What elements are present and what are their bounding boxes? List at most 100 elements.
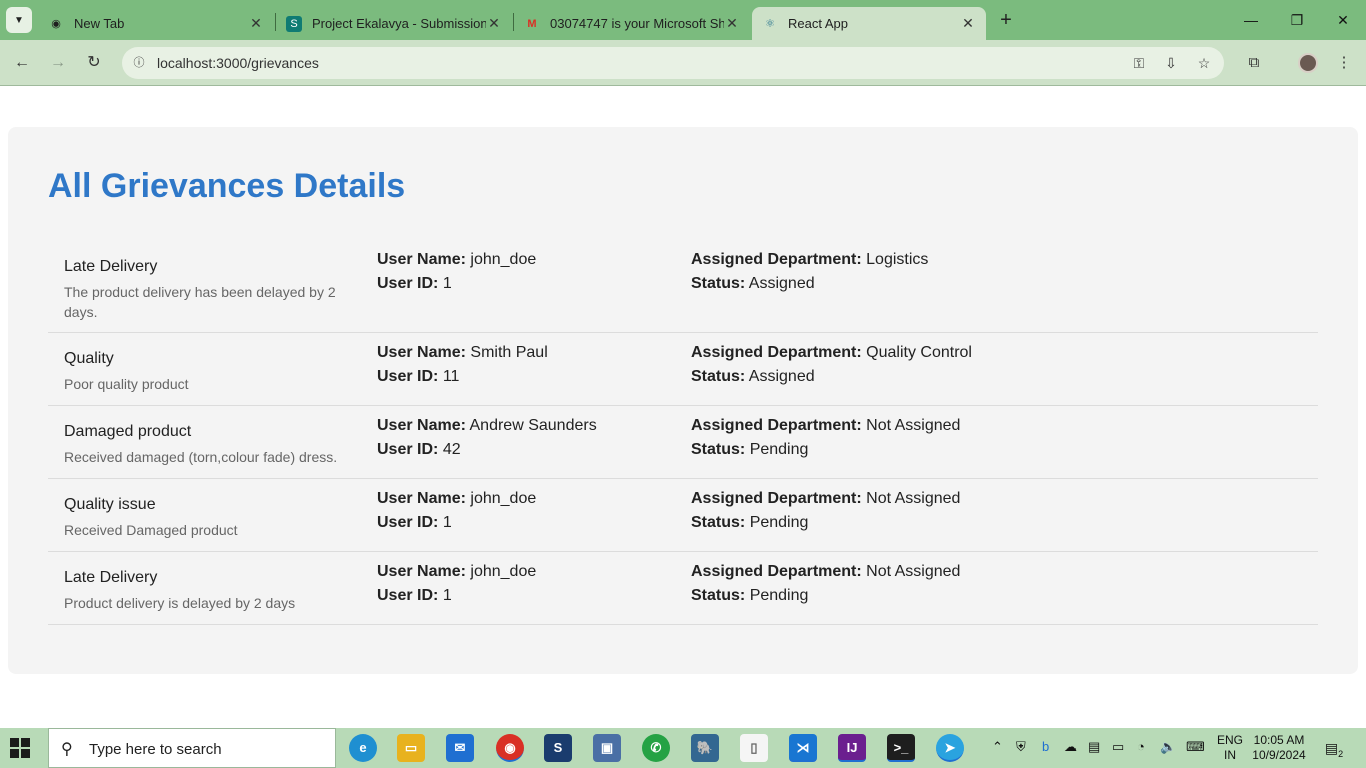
user-name-label: User Name: <box>377 490 466 507</box>
grievance-row: Late Delivery Product delivery is delaye… <box>48 552 1318 625</box>
tab-project-ekalavya[interactable]: S Project Ekalavya - Submissions ✕ <box>276 7 512 40</box>
user-name-value: john_doe <box>470 251 537 268</box>
intellij-icon[interactable]: IJ <box>838 734 866 762</box>
app-tray-icon[interactable]: ▤ <box>1088 739 1100 755</box>
url-text[interactable]: localhost:3000/grievances <box>157 55 319 71</box>
status-label: Status: <box>691 441 746 458</box>
window-close-icon[interactable]: ✕ <box>1320 6 1366 34</box>
file-explorer-icon[interactable]: ▭ <box>397 734 425 762</box>
user-id-label: User ID: <box>377 275 439 292</box>
status-value: Assigned <box>748 275 815 292</box>
user-id-value: 11 <box>442 368 460 385</box>
postgresql-icon[interactable]: 🐘 <box>691 734 719 762</box>
taskbar-search-box[interactable]: ⚲ Type here to search <box>48 728 336 768</box>
gmail-icon: M <box>527 17 537 30</box>
user-id-value: 1 <box>442 275 452 292</box>
edge-icon[interactable]: e <box>349 734 377 762</box>
tab-gmail[interactable]: M 03074747 is your Microsoft Sha ✕ <box>514 7 750 40</box>
grievance-description: Product delivery is delayed by 2 days <box>64 595 296 611</box>
region-code: IN <box>1224 748 1236 762</box>
department-value: Not Assigned <box>866 563 961 580</box>
grievance-description: Received Damaged product <box>64 522 238 538</box>
close-icon[interactable]: ✕ <box>960 15 976 32</box>
grievance-title: Late Delivery <box>64 569 158 586</box>
forward-arrow-icon[interactable]: → <box>46 51 70 75</box>
grievance-user: User Name: Smith Paul User ID: 11 <box>377 341 677 389</box>
address-bar[interactable]: ⓘ localhost:3000/grievances ⚿ ⇩ ☆ <box>122 47 1224 79</box>
user-id-value: 42 <box>442 441 461 458</box>
browser-toolbar: ← → ↻ ⓘ localhost:3000/grievances ⚿ ⇩ ☆ … <box>0 40 1366 86</box>
notification-center-icon[interactable]: ▤2 <box>1322 737 1346 759</box>
department-value: Not Assigned <box>866 417 961 434</box>
close-icon[interactable]: ✕ <box>248 15 264 32</box>
extensions-puzzle-icon[interactable]: ⧉ <box>1242 51 1266 75</box>
wifi-icon[interactable]: ◔ <box>1137 739 1145 754</box>
new-tab-plus-icon[interactable]: + <box>994 9 1018 33</box>
status-value: Assigned <box>748 368 815 385</box>
grievance-info: Damaged product Received damaged (torn,c… <box>64 423 354 467</box>
notepad-icon[interactable]: ▯ <box>740 734 768 762</box>
user-id-label: User ID: <box>377 587 439 604</box>
keyboard-icon[interactable]: ⌨ <box>1186 739 1205 755</box>
react-icon: ⚛ <box>765 18 775 30</box>
page-content: All Grievances Details Late Delivery The… <box>0 87 1366 726</box>
user-name-label: User Name: <box>377 251 466 268</box>
user-id-label: User ID: <box>377 441 439 458</box>
chrome-taskbar-icon[interactable]: ◉ <box>496 734 524 762</box>
browser-tab-strip: ▼ ◉ New Tab ✕ S Project Ekalavya - Submi… <box>0 0 1366 40</box>
tab-title: React App <box>788 16 848 31</box>
user-name-value: john_doe <box>470 490 537 507</box>
kebab-menu-icon[interactable]: ⋮ <box>1332 51 1356 75</box>
security-shield-icon[interactable]: ⛨ <box>1016 739 1026 755</box>
windows-start-icon[interactable] <box>10 738 30 758</box>
input-language[interactable]: ENG IN <box>1214 733 1246 763</box>
grievance-title: Damaged product <box>64 423 192 440</box>
password-key-icon[interactable]: ⚿ <box>1129 53 1149 73</box>
volume-icon[interactable]: 🔈 <box>1160 739 1176 755</box>
grievance-user: User Name: john_doe User ID: 1 <box>377 248 677 296</box>
whatsapp-icon[interactable]: ✆ <box>642 734 670 762</box>
restore-icon[interactable]: ❐ <box>1274 6 1320 34</box>
site-info-icon[interactable]: ⓘ <box>130 54 148 72</box>
grievance-title: Quality issue <box>64 496 156 513</box>
terminal-icon[interactable]: >_ <box>887 734 915 762</box>
show-hidden-icons-chevron-icon[interactable]: ⌃ <box>992 739 1003 755</box>
user-name-value: Smith Paul <box>470 344 548 361</box>
grievance-description: Received damaged (torn,colour fade) dres… <box>64 449 338 465</box>
user-id-value: 1 <box>442 514 452 531</box>
tab-react-app[interactable]: ⚛ React App ✕ <box>752 7 986 40</box>
mail-icon[interactable]: ✉ <box>446 734 474 762</box>
grievance-user: User Name: Andrew Saunders User ID: 42 <box>377 414 677 462</box>
close-icon[interactable]: ✕ <box>486 15 502 32</box>
grievance-assignment: Assigned Department: Not Assigned Status… <box>691 487 1191 535</box>
sharepoint-icon: S <box>286 15 302 32</box>
grievance-info: Quality Poor quality product <box>64 350 354 394</box>
clock-time: 10:05 AM <box>1253 733 1305 747</box>
grievance-row: Damaged product Received damaged (torn,c… <box>48 406 1318 479</box>
tab-new-tab[interactable]: ◉ New Tab ✕ <box>38 7 274 40</box>
back-arrow-icon[interactable]: ← <box>10 51 34 75</box>
vscode-icon[interactable]: ⋊ <box>789 734 817 762</box>
close-icon[interactable]: ✕ <box>724 15 740 32</box>
reload-icon[interactable]: ↻ <box>82 51 106 75</box>
profile-avatar[interactable] <box>1298 53 1318 73</box>
tab-search-dropdown-icon[interactable]: ▼ <box>6 7 32 33</box>
page-title: All Grievances Details <box>48 167 406 205</box>
bookmark-star-icon[interactable]: ☆ <box>1194 53 1214 73</box>
bing-icon[interactable]: b <box>1042 739 1049 754</box>
user-id-label: User ID: <box>377 514 439 531</box>
sql-server-icon[interactable]: S <box>544 734 572 762</box>
windows-taskbar: ⚲ Type here to search e ▭ ✉ ◉ S ▣ ✆ 🐘 ▯ … <box>0 728 1366 768</box>
install-app-icon[interactable]: ⇩ <box>1161 53 1181 73</box>
telegram-icon[interactable]: ➤ <box>936 734 964 762</box>
user-name-value: john_doe <box>470 563 537 580</box>
grievance-info: Late Delivery Product delivery is delaye… <box>64 569 354 613</box>
grievance-assignment: Assigned Department: Logistics Status: A… <box>691 248 1191 296</box>
minimize-icon[interactable]: — <box>1228 6 1274 34</box>
system-clock[interactable]: 10:05 AM 10/9/2024 <box>1248 733 1310 763</box>
search-placeholder: Type here to search <box>89 741 222 758</box>
battery-icon[interactable]: ▭ <box>1112 739 1124 755</box>
remote-desktop-icon[interactable]: ▣ <box>593 734 621 762</box>
onedrive-cloud-icon[interactable]: ☁ <box>1064 739 1077 755</box>
tab-title: Project Ekalavya - Submissions <box>312 16 486 31</box>
